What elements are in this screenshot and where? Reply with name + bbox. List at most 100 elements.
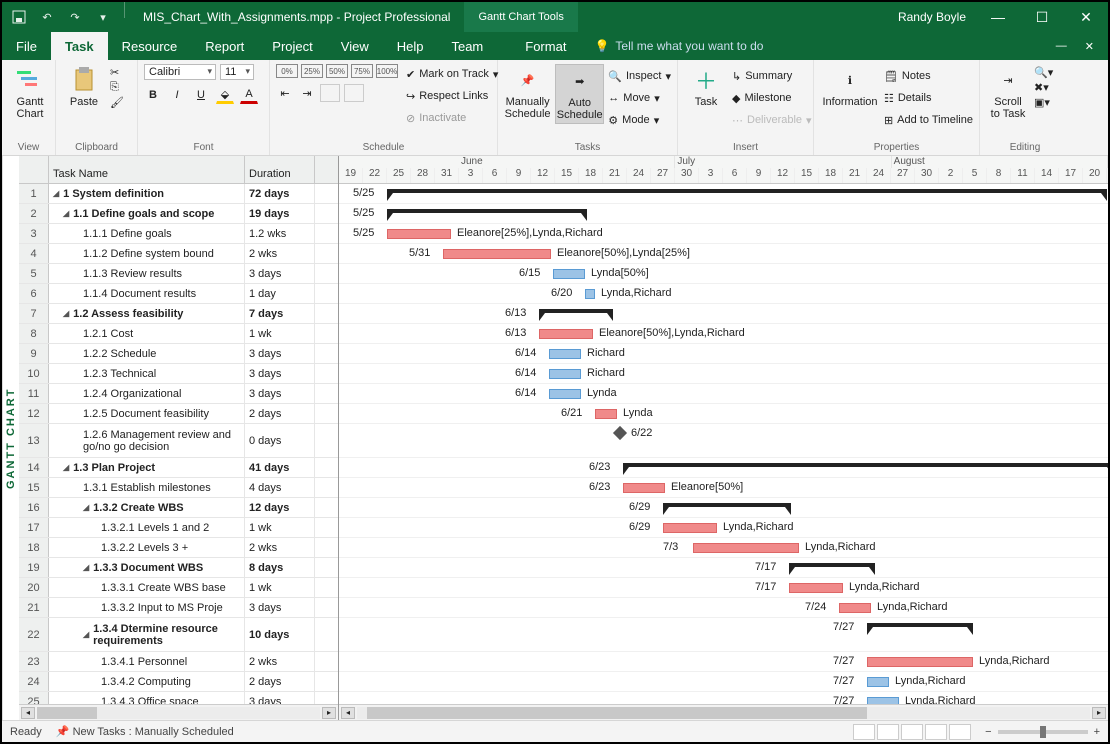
tab-file[interactable]: File xyxy=(2,32,51,60)
gantt-scrollbar[interactable]: ◂ ▸ xyxy=(339,704,1108,720)
row-number-header[interactable] xyxy=(19,156,49,183)
milestone-button[interactable]: ◆ Milestone xyxy=(732,88,812,108)
paste-button[interactable]: Paste xyxy=(62,64,106,110)
manually-schedule-button[interactable]: 📌 Manually Schedule xyxy=(504,64,551,122)
view-team-icon[interactable] xyxy=(901,724,923,740)
font-name-select[interactable]: Calibri xyxy=(144,64,216,80)
table-row[interactable]: 71.2 Assess feasibility7 days xyxy=(19,304,338,324)
table-row[interactable]: 251.3.4.3 Office space3 days xyxy=(19,692,338,704)
table-row[interactable]: 131.2.6 Management review and go/no go d… xyxy=(19,424,338,458)
zoom-slider[interactable]: − + xyxy=(985,726,1100,738)
gantt-bar[interactable] xyxy=(387,189,1107,193)
summary-button[interactable]: ↳ Summary xyxy=(732,66,812,86)
tab-project[interactable]: Project xyxy=(258,32,326,60)
table-row[interactable]: 51.1.3 Review results3 days xyxy=(19,264,338,284)
table-row[interactable]: 41.1.2 Define system bound2 wks xyxy=(19,244,338,264)
gantt-bar[interactable] xyxy=(585,289,595,299)
respect-links-button[interactable]: ↪ Respect Links xyxy=(406,86,498,106)
table-row[interactable]: 171.3.2.1 Levels 1 and 21 wk xyxy=(19,518,338,538)
gantt-bar[interactable] xyxy=(549,349,581,359)
notes-button[interactable]: 🗒 Notes xyxy=(884,66,973,86)
gantt-bar[interactable] xyxy=(539,309,613,313)
tab-report[interactable]: Report xyxy=(191,32,258,60)
table-row[interactable]: 201.3.3.1 Create WBS base1 wk xyxy=(19,578,338,598)
table-row[interactable]: 11 System definition72 days xyxy=(19,184,338,204)
gantt-bar[interactable] xyxy=(387,229,451,239)
tab-task[interactable]: Task xyxy=(51,32,108,60)
gantt-bar[interactable] xyxy=(553,269,585,279)
save-icon[interactable] xyxy=(6,4,32,30)
minimize-icon[interactable]: — xyxy=(976,2,1020,32)
gantt-bar[interactable] xyxy=(789,583,843,593)
inspect-button[interactable]: 🔍 Inspect ▾ xyxy=(608,66,671,86)
user-name[interactable]: Randy Boyle xyxy=(888,2,976,32)
gantt-bar[interactable] xyxy=(595,409,617,419)
tab-help[interactable]: Help xyxy=(383,32,438,60)
table-row[interactable]: 121.2.5 Document feasibility2 days xyxy=(19,404,338,424)
progress-25[interactable]: 25% xyxy=(301,64,323,78)
table-row[interactable]: 241.3.4.2 Computing2 days xyxy=(19,672,338,692)
gantt-bar[interactable] xyxy=(623,463,1108,467)
table-row[interactable]: 91.2.2 Schedule3 days xyxy=(19,344,338,364)
details-button[interactable]: ☷ Details xyxy=(884,88,973,108)
view-switcher[interactable] xyxy=(853,724,971,740)
task-grid[interactable]: Task Name Duration 11 System definition7… xyxy=(19,156,339,720)
milestone-marker[interactable] xyxy=(613,426,627,440)
scroll-right-icon[interactable]: ▸ xyxy=(322,707,336,719)
gantt-bar[interactable] xyxy=(867,697,899,704)
auto-schedule-button[interactable]: ➡ Auto Schedule xyxy=(555,64,604,124)
table-row[interactable]: 231.3.4.1 Personnel2 wks xyxy=(19,652,338,672)
table-row[interactable]: 31.1.1 Define goals1.2 wks xyxy=(19,224,338,244)
table-row[interactable]: 221.3.4 Dtermine resource requirements10… xyxy=(19,618,338,652)
insert-task-button[interactable]: ＋ Task xyxy=(684,64,728,110)
tell-me-search[interactable]: 💡 Tell me what you want to do xyxy=(580,32,777,60)
italic-button[interactable]: I xyxy=(168,86,186,104)
gantt-bar[interactable] xyxy=(839,603,871,613)
close-pane-icon[interactable]: ✕ xyxy=(1085,40,1094,53)
table-row[interactable]: 191.3.3 Document WBS8 days xyxy=(19,558,338,578)
table-row[interactable]: 61.1.4 Document results1 day xyxy=(19,284,338,304)
tab-team[interactable]: Team xyxy=(437,32,497,60)
view-usage-icon[interactable] xyxy=(877,724,899,740)
progress-0[interactable]: 0% xyxy=(276,64,298,78)
table-row[interactable]: 81.2.1 Cost1 wk xyxy=(19,324,338,344)
scroll-left-icon[interactable]: ◂ xyxy=(21,707,35,719)
maximize-icon[interactable]: ☐ xyxy=(1020,2,1064,32)
gantt-bar[interactable] xyxy=(789,563,875,567)
indent-icon[interactable]: ⇥ xyxy=(298,84,316,102)
view-gantt-icon[interactable] xyxy=(853,724,875,740)
table-row[interactable]: 211.3.3.2 Input to MS Proje3 days xyxy=(19,598,338,618)
grid-scrollbar[interactable]: ◂ ▸ xyxy=(19,704,338,720)
format-painter-icon[interactable]: 🖌 xyxy=(110,96,124,109)
zoom-in-icon[interactable]: + xyxy=(1094,726,1100,738)
gantt-chart-button[interactable]: Gantt Chart xyxy=(8,64,52,122)
tab-view[interactable]: View xyxy=(327,32,383,60)
fill-icon[interactable]: ▣▾ xyxy=(1034,96,1053,109)
collapse-ribbon-icon[interactable]: — xyxy=(1056,40,1067,52)
table-row[interactable]: 21.1 Define goals and scope19 days xyxy=(19,204,338,224)
deliverable-button[interactable]: ⋯ Deliverable ▾ xyxy=(732,110,812,130)
table-row[interactable]: 161.3.2 Create WBS12 days xyxy=(19,498,338,518)
progress-75[interactable]: 75% xyxy=(351,64,373,78)
gantt-bar[interactable] xyxy=(549,369,581,379)
gantt-bar[interactable] xyxy=(443,249,551,259)
cut-icon[interactable]: ✂ xyxy=(110,66,124,79)
gantt-bar[interactable] xyxy=(867,677,889,687)
gantt-chart[interactable]: JuneJulyAugust 1922252831369121518212427… xyxy=(339,156,1108,720)
duration-header[interactable]: Duration xyxy=(245,156,315,183)
table-row[interactable]: 181.3.2.2 Levels 3 +2 wks xyxy=(19,538,338,558)
gantt-bar[interactable] xyxy=(387,209,587,213)
add-to-timeline-button[interactable]: ⊞ Add to Timeline xyxy=(884,110,973,130)
scroll-to-task-button[interactable]: ⇥ Scroll to Task xyxy=(986,64,1030,122)
inactivate-button[interactable]: ⊘ Inactivate xyxy=(406,108,498,128)
bold-button[interactable]: B xyxy=(144,86,162,104)
progress-50[interactable]: 50% xyxy=(326,64,348,78)
gantt-bar[interactable] xyxy=(867,623,973,627)
tab-resource[interactable]: Resource xyxy=(108,32,192,60)
clear-icon[interactable]: ✖▾ xyxy=(1034,81,1053,94)
table-row[interactable]: 111.2.4 Organizational3 days xyxy=(19,384,338,404)
close-icon[interactable]: ✕ xyxy=(1064,2,1108,32)
gantt-bar[interactable] xyxy=(549,389,581,399)
zoom-out-icon[interactable]: − xyxy=(985,726,991,738)
qat-dropdown-icon[interactable]: ▾ xyxy=(90,4,116,30)
